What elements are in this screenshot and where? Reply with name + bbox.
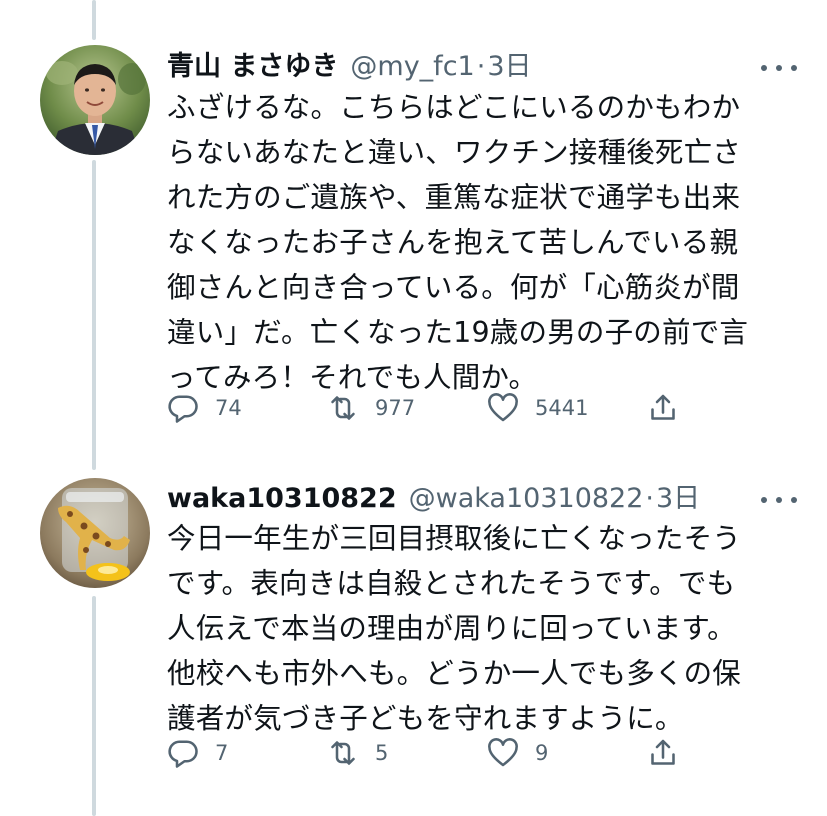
- separator-dot: ·: [645, 483, 654, 514]
- tweet-text-line: 人伝えで本当の理由が周りに回っています。: [167, 612, 736, 645]
- tweet-header: waka10310822 @waka10310822 · 3日: [167, 476, 797, 516]
- share-icon: [651, 739, 675, 765]
- retweet-icon: [331, 741, 355, 765]
- share-button[interactable]: [645, 733, 681, 773]
- tweet[interactable]: waka10310822 @waka10310822 · 3日 今日一年生が三回…: [0, 0, 827, 816]
- like-button[interactable]: 9: [485, 733, 548, 773]
- avatar[interactable]: [40, 478, 150, 588]
- like-count: 9: [535, 741, 549, 765]
- more-icon-dot: [776, 497, 782, 503]
- tweet-text-line: です。表向きは自殺とされたそうです。でも: [167, 567, 736, 600]
- action-bar: 7 5 9: [160, 733, 700, 773]
- retweet-button[interactable]: 5: [325, 733, 388, 773]
- user-handle[interactable]: @waka10310822: [409, 483, 644, 514]
- avatar-photo: [40, 478, 150, 588]
- more-icon-dot: [791, 497, 797, 503]
- tweet-text-line: 今日一年生が三回目摂取後に亡くなったそう: [167, 522, 742, 555]
- reply-count: 7: [215, 741, 229, 765]
- more-icon: [761, 497, 767, 503]
- reply-icon: [168, 740, 198, 768]
- tweet-text: 今日一年生が三回目摂取後に亡くなったそう です。表向きは自殺とされたそうです。で…: [167, 516, 792, 741]
- tweet-text-line: 他校へも市外へも。どうか一人でも多くの保: [167, 657, 742, 690]
- retweet-count: 5: [375, 741, 389, 765]
- heart-icon: [488, 738, 518, 767]
- more-options-button[interactable]: [761, 488, 797, 512]
- display-name[interactable]: waka10310822: [167, 483, 397, 514]
- timestamp[interactable]: 3日: [656, 476, 700, 515]
- reply-button[interactable]: 7: [165, 733, 228, 773]
